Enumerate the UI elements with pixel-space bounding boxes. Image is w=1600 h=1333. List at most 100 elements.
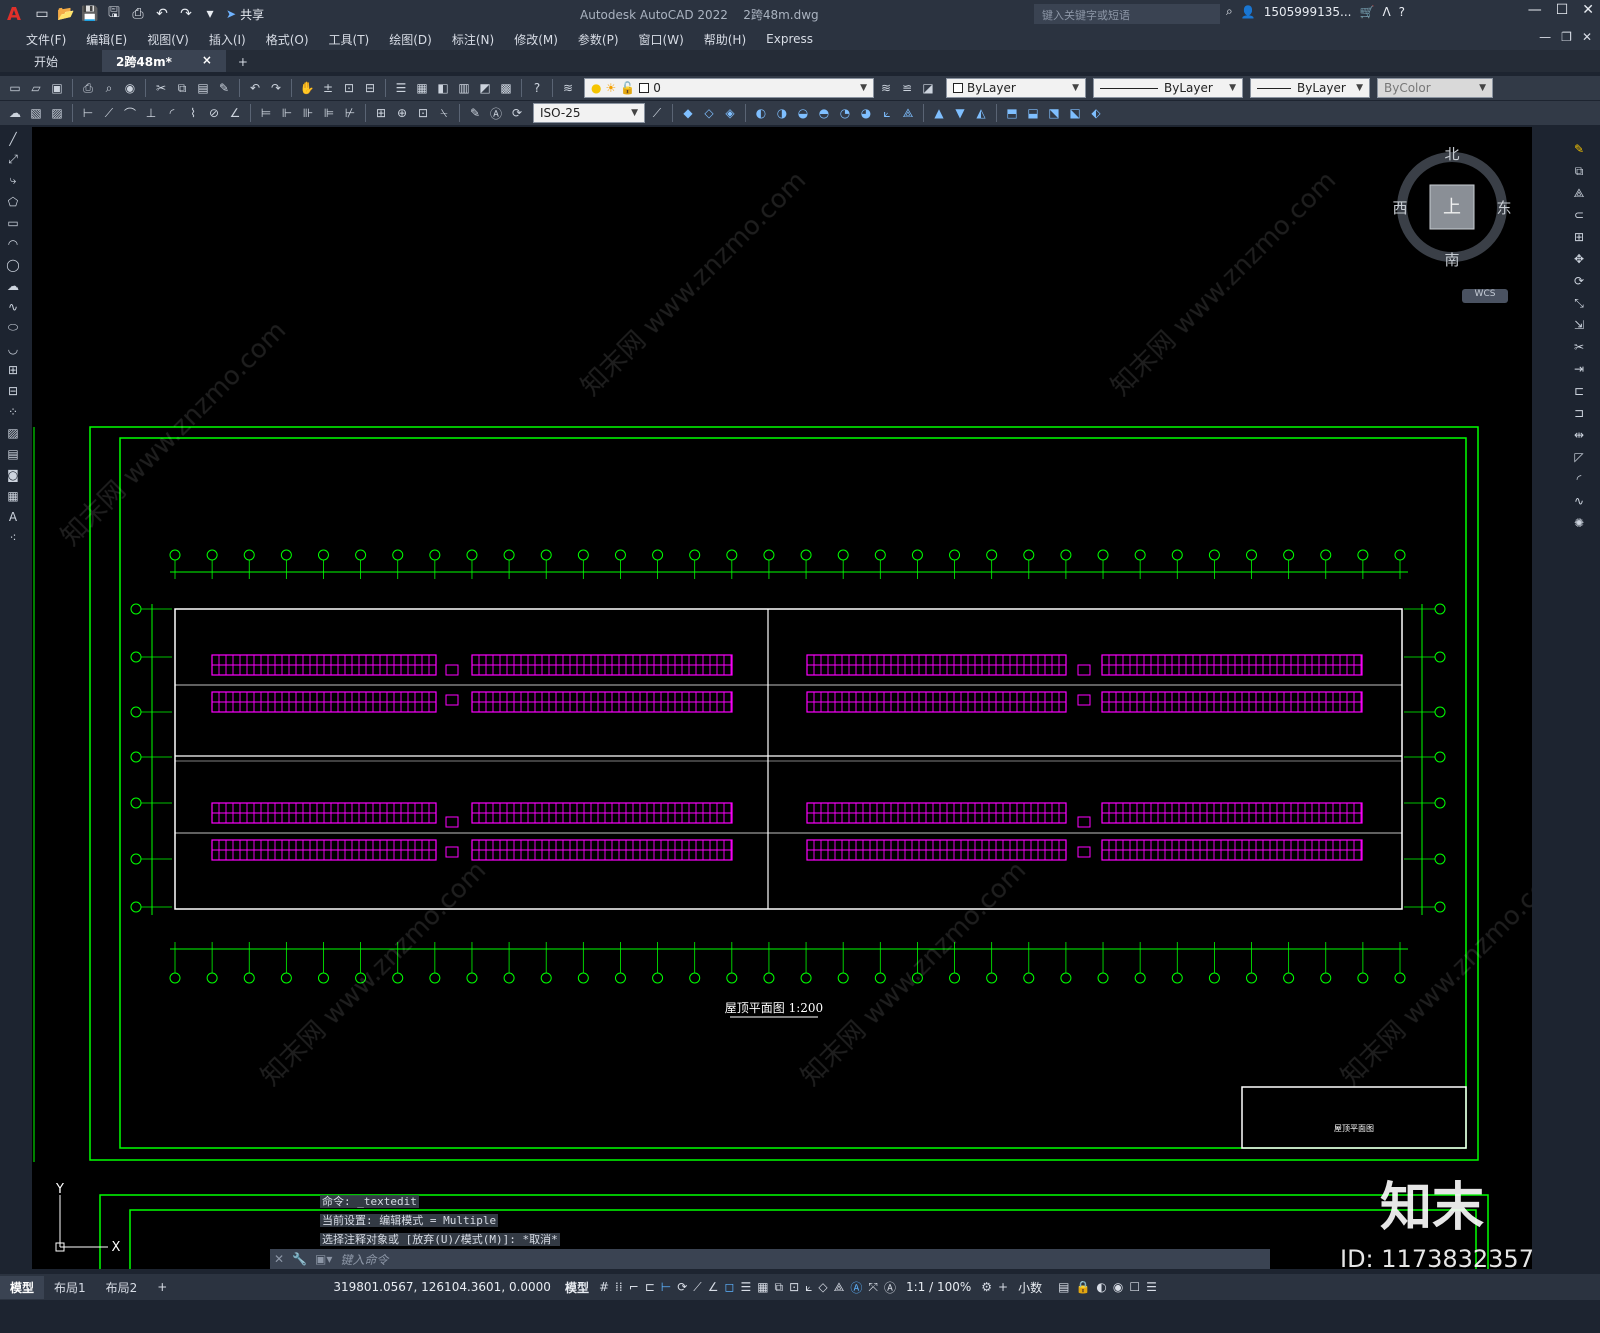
- circle-icon[interactable]: ◯: [4, 256, 22, 273]
- drawing-canvas[interactable]: 屋顶平面图 1:200 屋顶平面图 Y X 知末 ID: 1173832357 …: [32, 127, 1532, 1269]
- grid-icon[interactable]: #: [599, 1280, 609, 1294]
- dimtedit-icon[interactable]: Ⓐ: [487, 104, 505, 122]
- chamfer-icon[interactable]: ◸: [1570, 448, 1588, 466]
- undo-icon[interactable]: ↶: [152, 4, 172, 24]
- annotation-scale[interactable]: 1:1 / 100%: [906, 1280, 971, 1294]
- dim-break-icon[interactable]: ⊬: [341, 104, 359, 122]
- center-mark-icon[interactable]: ⊕: [393, 104, 411, 122]
- plot-icon[interactable]: ⎙: [79, 79, 97, 97]
- viewport-clip-icon[interactable]: ⬓: [1024, 104, 1042, 122]
- menu-modify[interactable]: 修改(M): [504, 31, 568, 48]
- search-icon[interactable]: ⌕: [1226, 4, 1233, 19]
- camera-icon[interactable]: ◓: [815, 104, 833, 122]
- zoom-window-icon[interactable]: ⊡: [340, 79, 358, 97]
- calculator-icon[interactable]: ▩: [497, 79, 515, 97]
- customize-icon[interactable]: 🔧: [292, 1252, 307, 1266]
- view-left-icon[interactable]: ◈: [721, 104, 739, 122]
- menu-window[interactable]: 窗口(W): [629, 31, 694, 48]
- view-back-icon[interactable]: ◇: [700, 104, 718, 122]
- layout-tab-1[interactable]: 布局1: [44, 1276, 96, 1299]
- help-icon[interactable]: ?: [528, 79, 546, 97]
- diameter-icon[interactable]: ⊘: [205, 104, 223, 122]
- color-dropdown[interactable]: ByLayer ▼: [946, 78, 1086, 98]
- angular-icon[interactable]: ∠: [226, 104, 244, 122]
- join-icon[interactable]: ⇹: [1570, 426, 1588, 444]
- dynamic-input-icon[interactable]: ⊏: [645, 1280, 655, 1294]
- recent-commands-icon[interactable]: ▣▾: [315, 1252, 332, 1266]
- osnap-icon[interactable]: ◻: [724, 1280, 734, 1294]
- user-name[interactable]: 1505999135...: [1264, 5, 1352, 19]
- dynamic-ucs-icon[interactable]: ⟀: [805, 1280, 812, 1295]
- doc-restore-icon[interactable]: ❐: [1561, 30, 1572, 44]
- share-button[interactable]: ➤ 共享: [226, 6, 264, 23]
- baseline-icon[interactable]: ⊩: [278, 104, 296, 122]
- model-space-toggle[interactable]: 模型: [565, 1279, 589, 1296]
- menu-insert[interactable]: 插入(I): [199, 31, 256, 48]
- layer-iso-icon[interactable]: ▨: [48, 104, 66, 122]
- continuous-orbit-icon[interactable]: ◒: [794, 104, 812, 122]
- minimize-icon[interactable]: —: [1528, 2, 1542, 18]
- autodesk-icon[interactable]: Ʌ: [1382, 5, 1390, 19]
- compass-south[interactable]: 南: [1444, 251, 1459, 269]
- point-icon[interactable]: ⁘: [4, 403, 22, 420]
- menu-parametric[interactable]: 参数(P): [568, 31, 629, 48]
- tab-document[interactable]: 2跨48m* ×: [102, 50, 226, 72]
- aligned-dim-icon[interactable]: ⟋: [100, 104, 118, 122]
- arc-icon[interactable]: ◠: [4, 235, 22, 252]
- sheet-set-icon[interactable]: ▥: [455, 79, 473, 97]
- rotate-icon[interactable]: ⟳: [1570, 272, 1588, 290]
- radius-icon[interactable]: ◜: [163, 104, 181, 122]
- transparency-icon[interactable]: ▦: [757, 1280, 768, 1294]
- gizmo-icon[interactable]: ⟁: [834, 1280, 845, 1295]
- blend-icon[interactable]: ∿: [1570, 492, 1588, 510]
- dim-update-icon[interactable]: ⟳: [508, 104, 526, 122]
- orbit-icon[interactable]: ◐: [752, 104, 770, 122]
- tab-start[interactable]: 开始: [20, 50, 72, 72]
- walk-icon[interactable]: ◔: [836, 104, 854, 122]
- autocad-logo-icon[interactable]: A: [0, 0, 28, 28]
- wcs-dropdown[interactable]: WCS: [1462, 289, 1508, 303]
- osnap-tracking-icon[interactable]: ∠: [708, 1280, 719, 1294]
- ordinate-icon[interactable]: ⊥: [142, 104, 160, 122]
- doc-minimize-icon[interactable]: —: [1539, 30, 1551, 44]
- linear-dim-icon[interactable]: ⊢: [79, 104, 97, 122]
- menu-express[interactable]: Express: [756, 32, 823, 46]
- compass-west[interactable]: 西: [1392, 199, 1407, 217]
- rectangle-icon[interactable]: ▭: [4, 214, 22, 231]
- selection-cycling-icon[interactable]: ⧉: [775, 1280, 784, 1295]
- shaded-icon[interactable]: ▼: [951, 104, 969, 122]
- dimedit-icon[interactable]: ✎: [466, 104, 484, 122]
- ucs-icon[interactable]: ⟀: [878, 104, 896, 122]
- open-icon[interactable]: ▱: [27, 79, 45, 97]
- fillet-icon[interactable]: ◜: [1570, 470, 1588, 488]
- clean-screen-icon[interactable]: ☐: [1129, 1280, 1140, 1294]
- lock-ui-icon[interactable]: 🔒: [1075, 1280, 1090, 1294]
- ellipse-icon[interactable]: ⬭: [4, 319, 22, 336]
- layer-manager-icon[interactable]: ≋: [559, 79, 577, 97]
- doc-close-icon[interactable]: ✕: [1582, 30, 1592, 44]
- ellipse-arc-icon[interactable]: ◡: [4, 340, 22, 357]
- annotation-visibility-icon[interactable]: Ⓐ: [850, 1279, 862, 1296]
- cut-icon[interactable]: ✂: [152, 79, 170, 97]
- construction-line-icon[interactable]: ⤢: [4, 151, 22, 168]
- scale-icon[interactable]: ⤡: [1570, 294, 1588, 312]
- continue-icon[interactable]: ⊪: [299, 104, 317, 122]
- gradient-icon[interactable]: ▤: [4, 445, 22, 462]
- dim-space-icon[interactable]: ⊫: [320, 104, 338, 122]
- jogged-linear-icon[interactable]: ⍀: [435, 104, 453, 122]
- ortho-icon[interactable]: ⊢: [661, 1280, 671, 1294]
- break-point-icon[interactable]: ⊏: [1570, 382, 1588, 400]
- menu-help[interactable]: 帮助(H): [694, 31, 756, 48]
- units-dropdown[interactable]: 小数: [1018, 1279, 1042, 1296]
- array-icon[interactable]: ⊞: [1570, 228, 1588, 246]
- inspection-icon[interactable]: ⊡: [414, 104, 432, 122]
- plus-icon[interactable]: +: [998, 1280, 1008, 1294]
- explode-icon[interactable]: ✺: [1570, 514, 1588, 532]
- layer-walk-icon[interactable]: ▧: [27, 104, 45, 122]
- search-input[interactable]: 键入关键字或短语: [1034, 4, 1220, 24]
- command-input[interactable]: 键入命令: [340, 1251, 388, 1268]
- menu-dimension[interactable]: 标注(N): [442, 31, 504, 48]
- customization-icon[interactable]: ☰: [1146, 1280, 1157, 1294]
- polar-icon[interactable]: ⟳: [677, 1280, 687, 1294]
- break-icon[interactable]: ⊐: [1570, 404, 1588, 422]
